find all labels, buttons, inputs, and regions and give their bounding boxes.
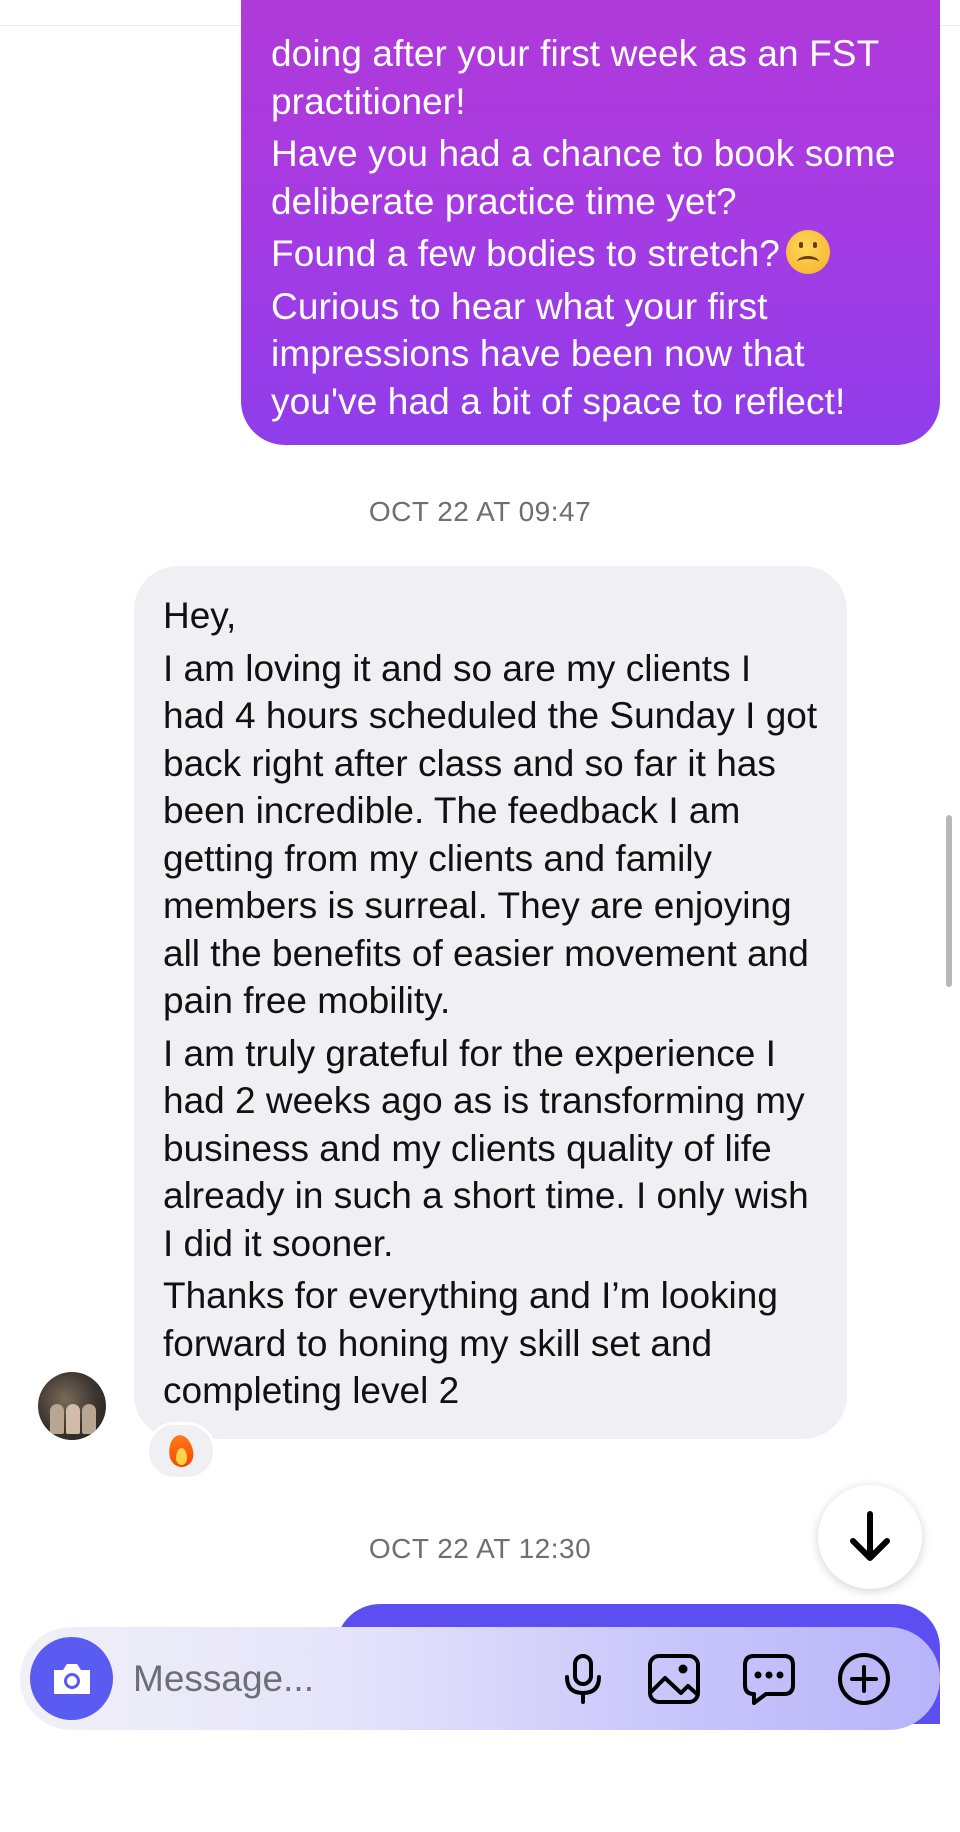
microphone-button[interactable] (555, 1651, 611, 1707)
scrollbar[interactable] (946, 815, 952, 987)
message-text: Have you had a chance to book some delib… (271, 133, 896, 222)
message-timestamp: OCT 22 AT 12:30 (368, 1533, 592, 1564)
message-text: I am truly grateful for the experience I… (163, 1032, 809, 1264)
sticker-icon (743, 1654, 795, 1705)
more-options-button[interactable] (836, 1651, 892, 1707)
incoming-message-bubble[interactable]: Hey, I am loving it and so are my client… (134, 566, 847, 1439)
gallery-button[interactable] (646, 1651, 702, 1707)
message-text: Hey, (163, 595, 237, 636)
message-text: Curious to hear what your first impressi… (271, 285, 846, 422)
camera-button[interactable] (30, 1637, 113, 1720)
arrow-down-icon (850, 1511, 890, 1561)
message-reaction[interactable] (146, 1422, 216, 1480)
message-text: Thanks for everything and I’m looking fo… (163, 1275, 778, 1411)
image-icon (648, 1654, 700, 1704)
scroll-to-bottom-button[interactable] (818, 1485, 922, 1589)
message-text: doing after your first week as an FST pr… (271, 33, 879, 122)
message-timestamp: OCT 22 AT 09:47 (368, 496, 592, 527)
sender-avatar[interactable] (38, 1372, 106, 1440)
message-input[interactable] (133, 1653, 553, 1705)
message-composer (20, 1627, 940, 1730)
sticker-button[interactable] (741, 1651, 797, 1707)
fire-emoji-icon (169, 1435, 193, 1467)
message-text: Found a few bodies to stretch? (271, 230, 910, 278)
upside-down-face-emoji-icon (785, 230, 830, 274)
plus-circle-icon (838, 1653, 890, 1705)
microphone-icon (565, 1654, 601, 1704)
camera-icon (53, 1663, 90, 1694)
outgoing-message-bubble[interactable]: doing after your first week as an FST pr… (241, 0, 940, 445)
message-text: I am loving it and so are my clients I h… (163, 647, 818, 1022)
